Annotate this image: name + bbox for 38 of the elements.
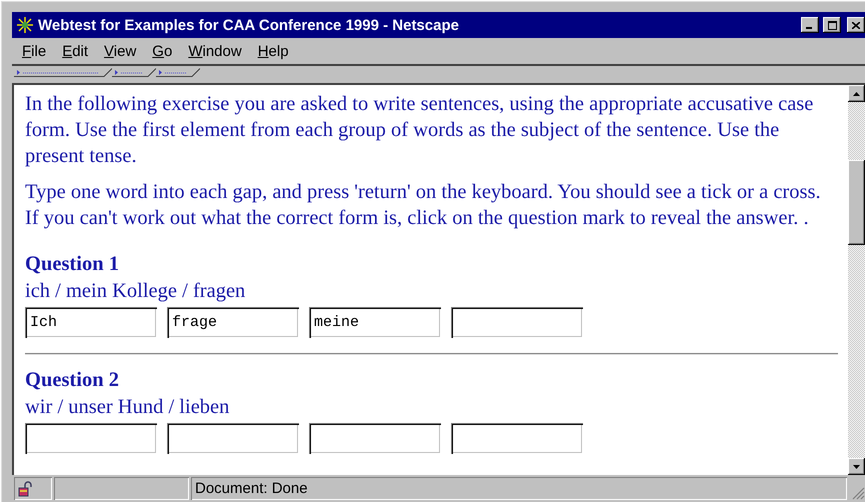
- menu-item[interactable]: Edit: [54, 42, 96, 60]
- answer-field[interactable]: [167, 423, 299, 454]
- answer-field[interactable]: [309, 423, 441, 454]
- scroll-down-button[interactable]: [848, 458, 865, 475]
- answer-field[interactable]: [25, 423, 157, 454]
- close-icon: [852, 22, 860, 28]
- window-title: Webtest for Examples for CAA Conference 1999 - Netscape: [38, 16, 460, 34]
- instruction-text: Type one word into each gap, and press 'return' on the keyboard. You should see a tick or a cross. If you can't work out what the correct form is, click on the question mark to reveal the answer. .: [25, 180, 822, 231]
- vertical-scrollbar[interactable]: [848, 85, 865, 475]
- scroll-thumb[interactable]: [848, 160, 865, 245]
- scroll-up-button[interactable]: [848, 85, 865, 102]
- question-prompt: ich / mein Kollege / fragen: [25, 279, 246, 304]
- answer-field[interactable]: [451, 307, 583, 338]
- question-heading: Question 1: [25, 252, 120, 277]
- minimize-button[interactable]: [801, 17, 819, 33]
- answer-field[interactable]: meine: [309, 307, 441, 338]
- menu-item[interactable]: Window: [180, 42, 250, 60]
- padlock-icon: [18, 480, 34, 496]
- answer-field[interactable]: frage: [167, 307, 299, 338]
- up-arrow-icon: [853, 92, 860, 96]
- answer-field[interactable]: Ich: [25, 307, 157, 338]
- question-heading: Question 2: [25, 368, 120, 393]
- answer-field[interactable]: [451, 423, 583, 454]
- maximize-icon: [828, 20, 836, 30]
- menu-item[interactable]: View: [96, 42, 144, 60]
- status-text: Document: Done: [191, 477, 847, 500]
- toolbar-tab[interactable]: [156, 68, 200, 77]
- starburst-icon: [16, 17, 34, 33]
- instruction-text: In the following exercise you are asked to write sentences, using the appropriate accusative case form. Use the first element from each group of words as the subject of the sentence. Use the present tense.: [25, 92, 814, 169]
- menu-item[interactable]: Go: [144, 42, 180, 60]
- question-prompt: wir / unser Hund / lieben: [25, 395, 230, 420]
- menu-item[interactable]: File: [14, 42, 54, 60]
- toolbar-tab[interactable]: [14, 68, 112, 77]
- close-button[interactable]: [847, 17, 865, 33]
- maximize-button[interactable]: [823, 17, 841, 33]
- menu-item[interactable]: Help: [250, 42, 297, 60]
- down-arrow-icon: [853, 464, 860, 468]
- toolbar-tab[interactable]: [112, 68, 156, 77]
